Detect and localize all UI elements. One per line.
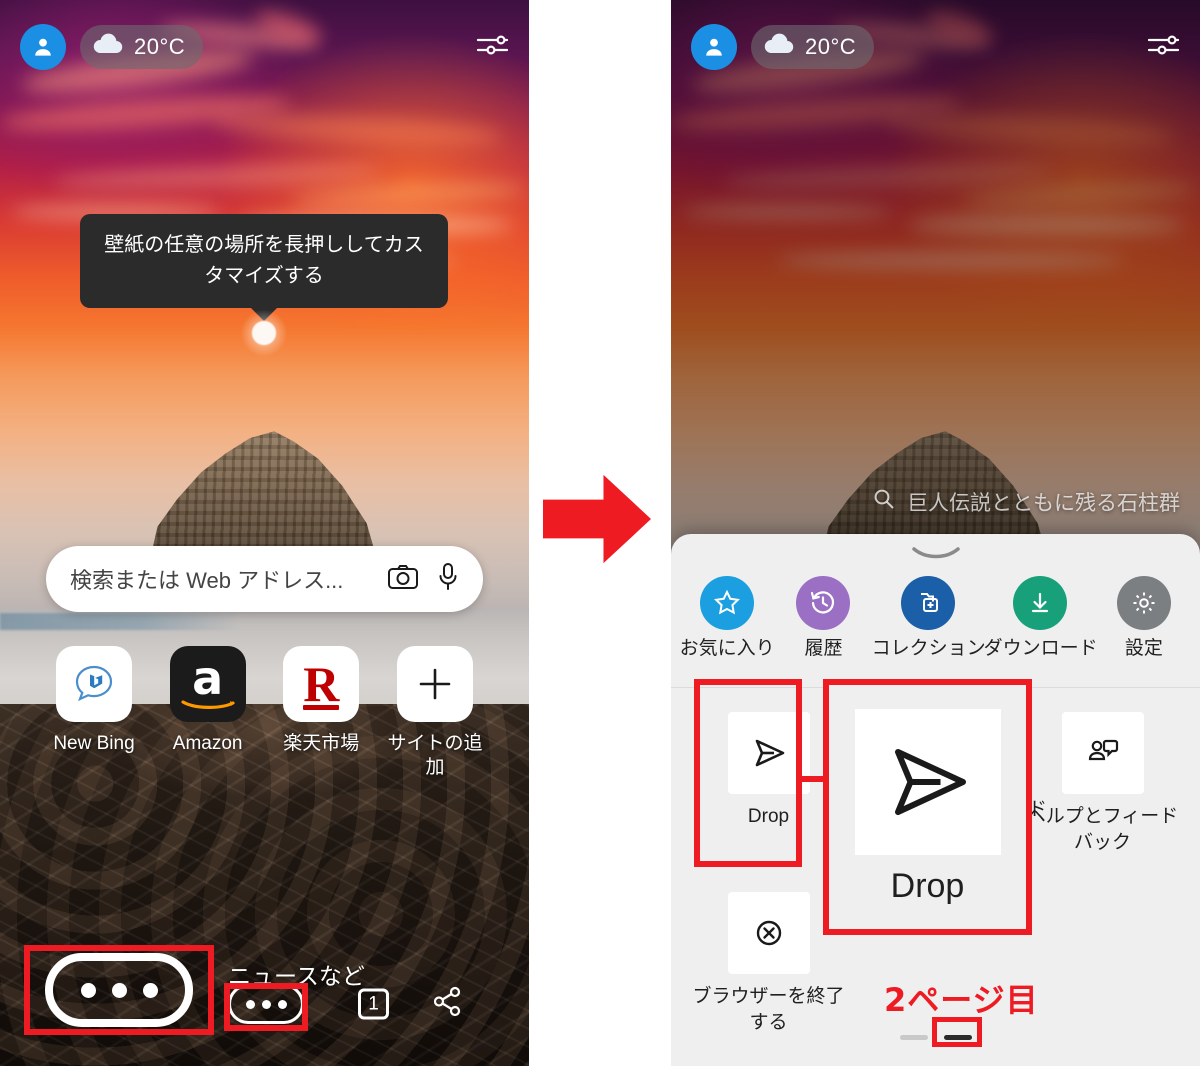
sliders-icon[interactable] [1146,31,1180,64]
grid-label: ブラウザーを終了する [692,986,845,1033]
screenshot-stage: 20°C 壁紙の任意の場所を長押ししてカスタマイズする 検索または Web アド… [0,0,1200,1066]
search-icon [873,488,895,516]
weather-pill[interactable]: 20°C [80,25,204,69]
tab-count-button[interactable]: 1 [358,988,389,1020]
left-phone-panel: 20°C 壁紙の任意の場所を長押ししてカスタマイズする 検索または Web アド… [0,0,529,1066]
wallpaper-customize-tooltip: 壁紙の任意の場所を長押ししてカスタマイズする [80,214,448,308]
shortcut-label: サイトの追加 [387,733,483,778]
menu-label: ダウンロード [983,638,1098,659]
menu-quick-row: お気に入り 履歴 コレクション ダウンロード 設定 [671,576,1200,688]
person-avatar-icon[interactable] [20,24,66,70]
cloud-icon [763,33,795,61]
person-avatar-icon[interactable] [691,24,737,70]
more-dots-icon-magnified [45,953,193,1027]
menu-item-collections[interactable]: コレクション [871,576,986,661]
amazon-icon: a [169,646,246,722]
search-input[interactable]: 検索または Web アドレス... [70,563,369,595]
more-dots-zoom-callout [24,945,214,1035]
cloud-icon [92,33,124,61]
wallpaper-caption[interactable]: 巨人伝説とともに残る石柱群 [873,487,1180,517]
sliders-icon[interactable] [475,31,509,64]
gear-icon [1116,576,1171,630]
more-dots-highlight-box [224,983,308,1031]
send-paper-plane-icon-magnified [854,709,1001,855]
shortcut-label: 楽天市場 [283,733,360,754]
weather-temp: 20°C [805,34,857,59]
menu-label: お気に入り [679,638,775,659]
menu-item-downloads[interactable]: ダウンロード [983,576,1098,661]
shortcut-label: Amazon [172,733,243,754]
rakuten-icon: R [283,646,360,722]
bing-chat-icon [56,646,132,722]
menu-label: 設定 [1124,638,1163,659]
tooltip-text: 壁紙の任意の場所を長押ししてカスタマイズする [104,234,424,287]
shortcut-label: New Bing [53,733,135,754]
share-icon[interactable] [429,984,465,1025]
grid-item-help-feedback[interactable]: ヘルプとフィードバック [1019,702,1186,882]
top-bar-right: 20°C [671,0,1200,94]
shortcut-amazon[interactable]: a Amazon [154,646,262,780]
rakuten-glyph: R [303,655,340,712]
download-icon [1012,576,1067,630]
drop-item-highlight-box [694,679,802,867]
help-feedback-icon [1061,712,1144,794]
shortcut-list: New Bing a Amazon R 楽天市場 サイトの追加 [40,646,489,780]
menu-item-settings[interactable]: 設定 [1096,576,1192,661]
history-clock-icon [796,576,851,630]
page-dot-1[interactable] [899,1035,928,1040]
close-circle-icon [727,892,810,974]
shortcut-add-site[interactable]: サイトの追加 [381,646,489,780]
wallpaper-caption-text: 巨人伝説とともに残る石柱群 [907,492,1180,515]
plus-icon [396,646,473,722]
star-icon [700,576,755,630]
wallpaper-left [0,0,529,1066]
menu-item-history[interactable]: 履歴 [775,576,871,661]
right-arrow-icon [543,474,651,564]
camera-icon[interactable] [387,563,419,596]
horizon-land [0,612,239,630]
drop-zoom-callout: Drop [823,679,1032,935]
page-note-annotation: 2ページ目 [884,981,1039,1019]
shortcut-rakuten[interactable]: R 楽天市場 [267,646,375,780]
top-bar-left: 20°C [0,0,529,94]
drag-handle-icon[interactable] [908,546,964,560]
menu-label: コレクション [871,638,986,659]
touch-dot [241,310,287,356]
menu-label: 履歴 [804,638,843,659]
search-bar[interactable]: 検索または Web アドレス... [46,546,483,612]
menu-item-favorites[interactable]: お気に入り [679,576,775,661]
weather-temp: 20°C [134,34,186,59]
shortcut-new-bing[interactable]: New Bing [40,646,148,780]
weather-pill[interactable]: 20°C [751,25,875,69]
collections-icon [900,576,955,630]
amazon-glyph: a [192,651,224,706]
drop-zoom-label: Drop [890,867,965,905]
microphone-icon[interactable] [437,562,459,597]
page-dot-highlight-box [932,1017,982,1047]
